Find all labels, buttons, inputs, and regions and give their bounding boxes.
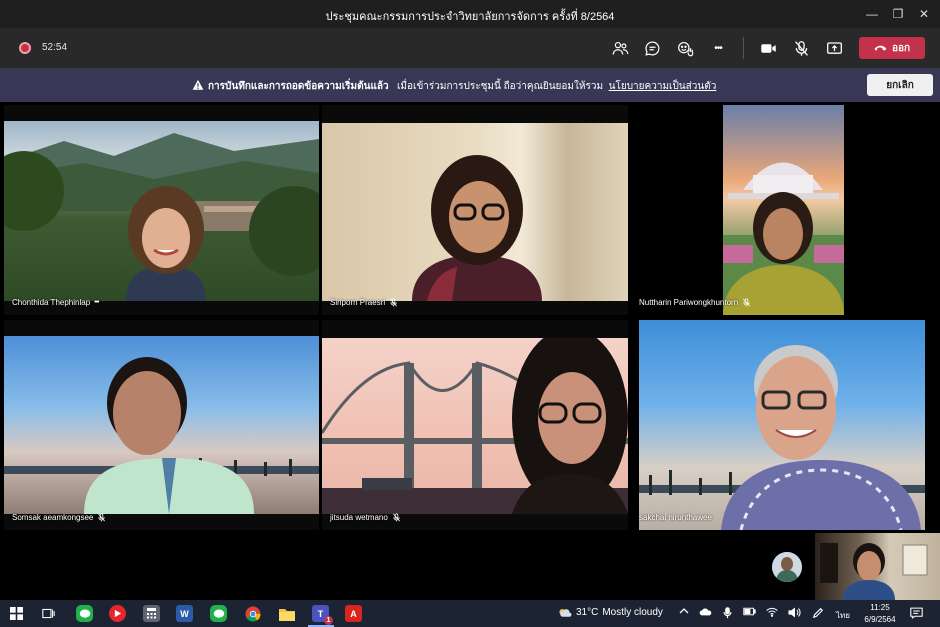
line-app-icon-2[interactable] [210,605,227,622]
cloud-icon [559,609,572,617]
weather-temperature: 31°C [576,607,599,618]
share-screen-button[interactable] [824,38,844,58]
microphone-tray-icon[interactable] [723,607,732,622]
nameplate-jitsuda: jitsuda wetmano [330,513,401,522]
leave-button[interactable]: ออก [859,37,925,59]
nameplate-siriporn: Siriporn Praesri [330,298,398,307]
camera-button[interactable] [758,38,778,58]
participant-name: sakchai nirunthawee [639,513,712,522]
windows-start-button[interactable] [8,605,25,622]
raise-hand-icon [677,41,693,56]
mic-muted-icon [98,513,106,522]
chat-button[interactable] [642,38,662,58]
windows-taskbar: W T 1 A 31°C Mostly cloudy ไทย 11:25 6/9… [0,600,940,627]
word-icon[interactable]: W [176,605,193,622]
participant-video-siriporn [407,155,547,301]
video-tile-siriporn[interactable]: Siriporn Praesri [322,105,628,315]
weather-widget[interactable]: 31°C Mostly cloudy [558,607,663,618]
mic-muted-icon [743,298,751,307]
youtube-icon[interactable] [109,605,126,622]
video-tile-chonthida[interactable]: Chonthida Thephinlap ••• [4,105,319,315]
input-language[interactable]: ไทย [836,609,850,622]
participant-name: Nuttharin Pariwongkhuntorn [639,298,739,307]
self-view-video[interactable] [815,533,940,600]
wifi-icon[interactable] [766,607,778,620]
more-options-icon[interactable]: ••• [94,299,99,306]
clock-time: 11:25 [870,603,890,612]
banner-message: การบันทึกและการถอดข้อความเริ่มต้นแล้ว เม… [208,79,716,94]
participant-name: Siriporn Praesri [330,298,386,307]
calculator-icon[interactable] [143,605,160,622]
toolbar-divider [743,37,744,59]
video-tile-somsak[interactable]: Somsak aeamkongsee [4,320,319,530]
mic-off-icon [794,40,808,56]
nameplate-somsak: Somsak aeamkongsee [12,513,106,522]
nameplate-chonthida: Chonthida Thephinlap ••• [12,298,100,307]
overflow-participant-avatar[interactable] [772,552,802,582]
participants-button[interactable] [610,38,630,58]
teams-glyph: T [317,608,324,619]
banner-bold-text: การบันทึกและการถอดข้อความเริ่มต้นแล้ว [208,81,389,92]
taskbar-clock[interactable]: 11:25 6/9/2564 [858,602,902,626]
microphone-button[interactable] [791,38,811,58]
onedrive-icon[interactable] [699,607,712,619]
participant-name: jitsuda wetmano [330,513,388,522]
video-tile-sakchai[interactable]: sakchai nirunthawee [631,320,936,530]
title-bar: ประชุมคณะกรรมการประจำวิทยาลัยการจัดการ ค… [0,0,940,28]
recording-banner: การบันทึกและการถอดข้อความเริ่มต้นแล้ว เม… [0,68,940,102]
chat-icon [644,41,659,56]
acrobat-icon[interactable]: A [345,605,362,622]
weather-description: Mostly cloudy [602,607,663,618]
leave-label: ออก [891,42,911,54]
nameplate-sakchai: sakchai nirunthawee [639,513,712,522]
clock-date: 6/9/2564 [864,615,896,624]
nameplate-nuttharin: Nuttharin Pariwongkhuntorn [639,298,751,307]
banner-text: เมื่อเข้าร่วมการประชุมนี้ ถือว่าคุณยินยอ… [397,81,604,92]
maximize-button[interactable]: ❐ [884,3,912,25]
people-icon [612,41,628,54]
line-app-icon[interactable] [76,605,93,622]
window-title: ประชุมคณะกรรมการประจำวิทยาลัยการจัดการ ค… [325,11,615,23]
participant-video-sakchai [721,330,921,530]
minimize-button[interactable]: — [858,3,886,25]
pen-icon[interactable] [812,607,824,622]
recording-indicator-icon [19,42,31,54]
more-actions-button[interactable]: ••• [708,38,728,58]
hang-up-icon [874,45,887,51]
participant-video-chonthida [116,180,216,301]
video-tile-nuttharin[interactable]: Nuttharin Pariwongkhuntorn [631,105,936,315]
mic-muted-icon [390,298,398,307]
participant-name: Somsak aeamkongsee [12,513,94,522]
task-view-icon[interactable] [40,605,57,622]
warning-icon [192,79,204,90]
teams-notification-badge: 1 [324,616,333,625]
speaker-icon[interactable] [788,607,801,621]
share-screen-icon [826,41,842,54]
teams-meeting-window: ประชุมคณะกรรมการประจำวิทยาลัยการจัดการ ค… [0,0,940,627]
close-window-button[interactable]: ✕ [910,3,938,25]
teams-icon[interactable]: T 1 [312,605,333,625]
video-camera-icon [760,43,776,53]
notification-center-icon[interactable] [910,607,923,622]
chevron-up-icon[interactable] [679,607,689,618]
participant-video-somsak [84,355,254,514]
participant-video-jitsuda [512,328,628,514]
meeting-control-bar: 52:54 ••• ออก [0,28,940,68]
participant-video-nuttharin [723,190,844,315]
reactions-button[interactable] [675,38,695,58]
file-explorer-icon[interactable] [278,605,295,622]
battery-icon[interactable] [743,607,756,619]
meeting-timer: 52:54 [42,42,68,53]
chrome-icon[interactable] [244,605,261,622]
privacy-policy-link[interactable]: นโยบายความเป็นส่วนตัว [609,81,717,92]
participant-name: Chonthida Thephinlap [12,298,91,307]
dismiss-banner-button[interactable]: ยกเลิก [867,74,933,96]
video-tile-jitsuda[interactable]: jitsuda wetmano [322,320,628,530]
mic-muted-icon [392,513,400,522]
